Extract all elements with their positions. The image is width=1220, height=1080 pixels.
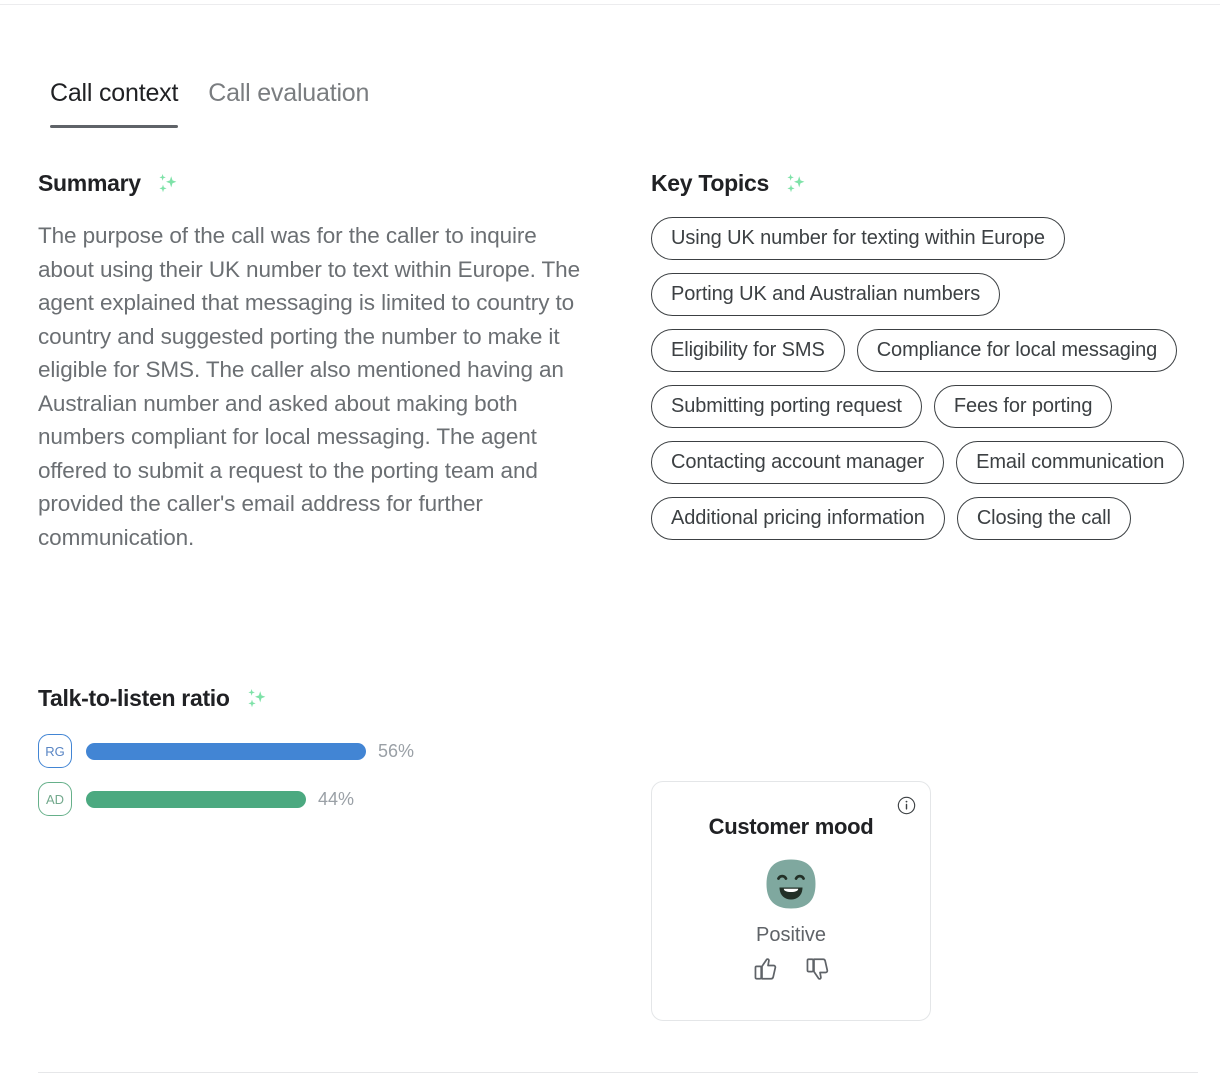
key-topic-chip[interactable]: Fees for porting — [933, 385, 1113, 428]
talk-to-listen-section: Talk-to-listen ratio RG 56% AD 44% — [38, 685, 558, 816]
key-topic-chip[interactable]: Using UK number for texting within Europ… — [651, 217, 1065, 260]
sparkle-icon — [782, 172, 808, 196]
key-topic-chip[interactable]: Compliance for local messaging — [856, 329, 1178, 372]
key-topics-title: Key Topics — [651, 170, 769, 196]
talk-to-listen-header: Talk-to-listen ratio — [38, 685, 558, 712]
key-topic-chip[interactable]: Contacting account manager — [651, 441, 945, 484]
key-topic-chip[interactable]: Porting UK and Australian numbers — [651, 273, 1001, 316]
avatar: AD — [38, 782, 72, 816]
summary-text: The purpose of the call was for the call… — [38, 223, 580, 550]
customer-mood-card: Customer mood Positive — [651, 781, 931, 1021]
talk-to-listen-title: Talk-to-listen ratio — [38, 685, 230, 711]
ratio-bar-track: 44% — [86, 789, 456, 810]
info-icon[interactable] — [897, 796, 916, 815]
bottom-divider — [38, 1072, 1198, 1073]
key-topics-header: Key Topics — [651, 170, 1191, 197]
key-topic-chip[interactable]: Eligibility for SMS — [651, 329, 845, 372]
talk-to-listen-rows: RG 56% AD 44% — [38, 734, 558, 816]
customer-mood-label: Positive — [755, 924, 827, 946]
customer-mood-actions — [652, 956, 930, 982]
ratio-bar — [86, 790, 306, 808]
thumbs-up-icon[interactable] — [752, 956, 778, 982]
thumbs-down-icon[interactable] — [804, 956, 830, 982]
talk-to-listen-row: AD 44% — [38, 782, 558, 816]
summary-section: Summary The purpose of the call was for … — [38, 170, 598, 554]
customer-mood-title: Customer mood — [708, 814, 874, 839]
key-topic-chip[interactable]: Email communication — [956, 441, 1185, 484]
call-context-page: Call context Call evaluation Summary The… — [0, 0, 1220, 1080]
summary-header: Summary — [38, 170, 598, 197]
talk-to-listen-row: RG 56% — [38, 734, 558, 768]
summary-title: Summary — [38, 170, 141, 196]
sparkle-icon — [154, 172, 180, 196]
tab-call-evaluation[interactable]: Call evaluation — [208, 78, 369, 114]
tab-call-context[interactable]: Call context — [50, 78, 179, 128]
ratio-bar — [86, 742, 366, 760]
ratio-value: 56% — [378, 740, 415, 761]
key-topics-chip-list: Using UK number for texting within Europ… — [651, 217, 1196, 540]
key-topic-chip[interactable]: Submitting porting request — [651, 385, 922, 428]
smiling-face-icon — [765, 858, 817, 910]
key-topics-section: Key Topics Using UK number for texting w… — [651, 170, 1191, 540]
avatar-initials: AD — [45, 791, 65, 807]
sparkle-icon — [243, 687, 269, 711]
tab-call-evaluation-label: Call evaluation — [208, 79, 370, 107]
tab-call-context-label: Call context — [50, 79, 179, 107]
ratio-bar-track: 56% — [86, 741, 456, 762]
tab-bar: Call context Call evaluation — [50, 78, 369, 128]
avatar: RG — [38, 734, 72, 768]
ratio-value: 44% — [318, 788, 355, 809]
avatar-initials: RG — [45, 743, 65, 759]
key-topic-chip[interactable]: Additional pricing information — [651, 497, 945, 540]
key-topic-chip[interactable]: Closing the call — [956, 497, 1131, 540]
